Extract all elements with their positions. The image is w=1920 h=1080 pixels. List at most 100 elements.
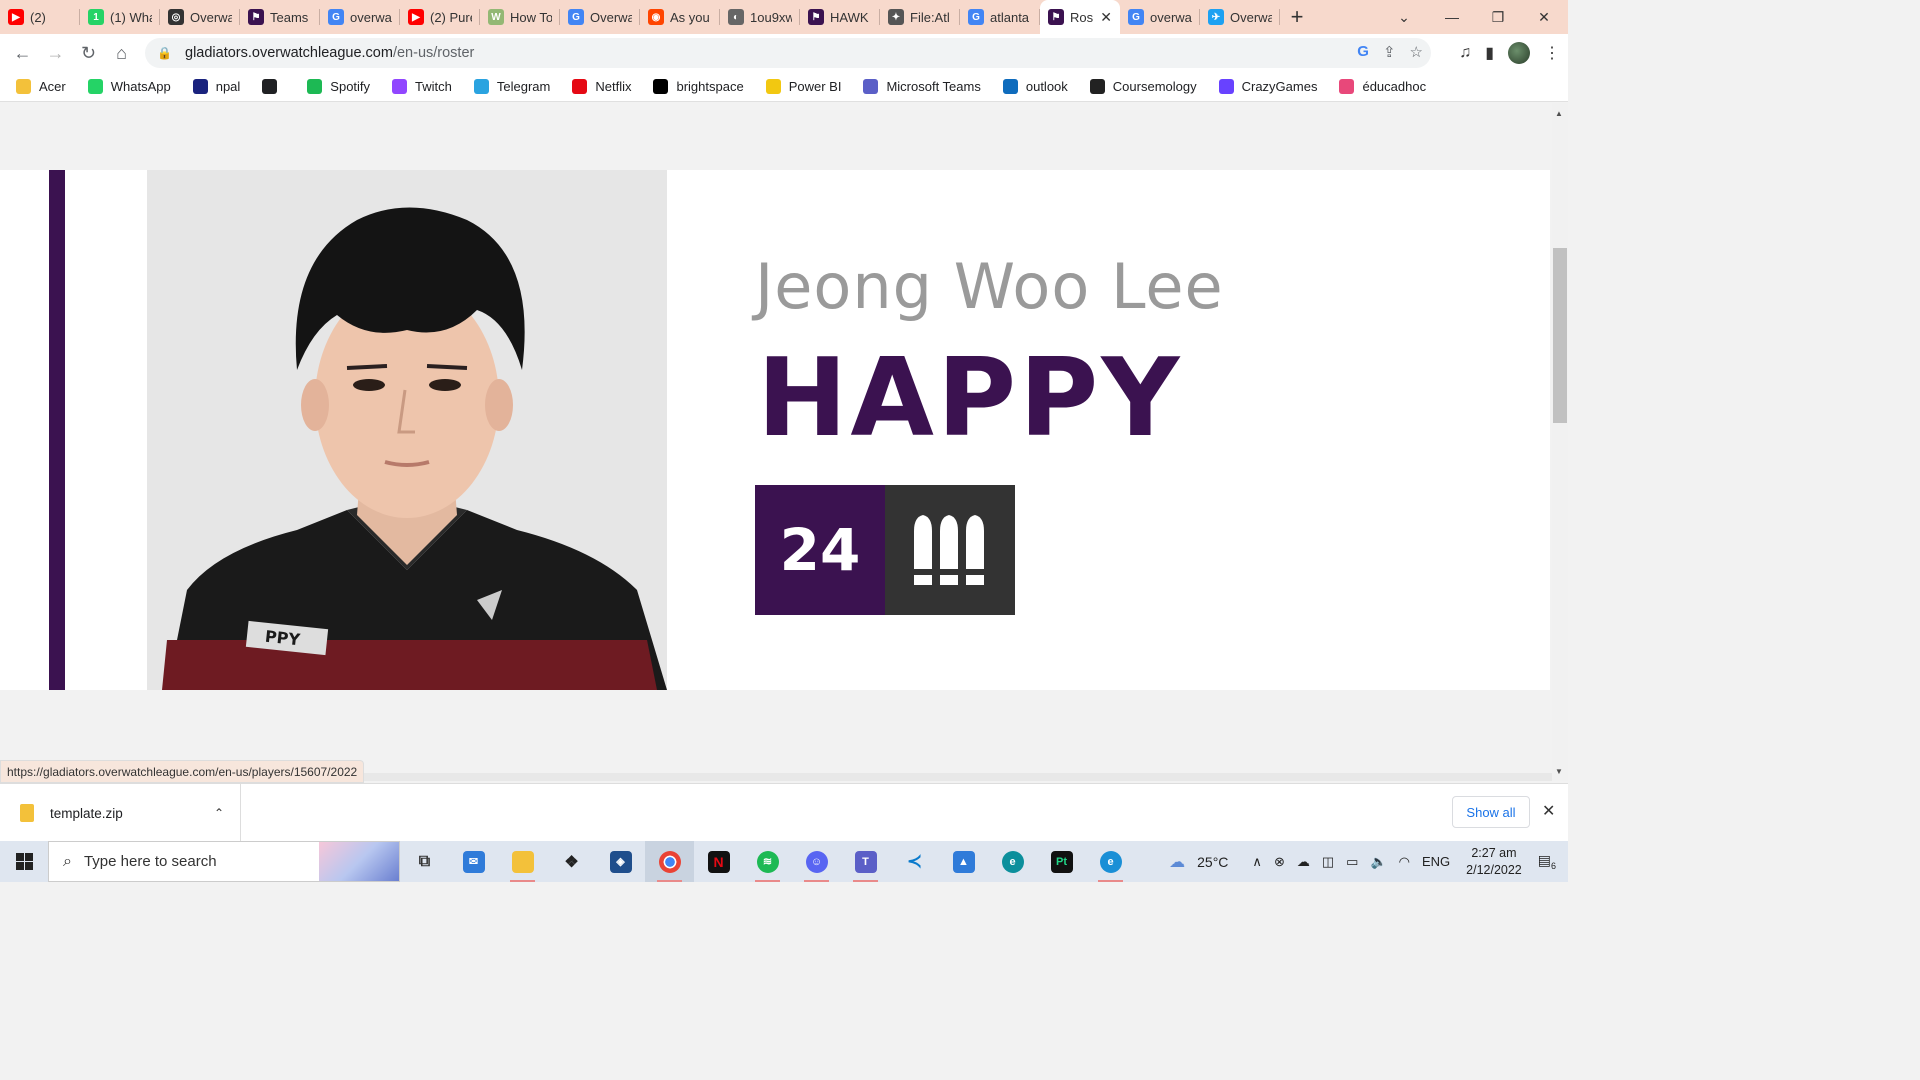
bookmark-telegram[interactable]: Telegram bbox=[473, 79, 550, 94]
tab-title: Overwa bbox=[190, 9, 232, 25]
show-all-button[interactable]: Show all bbox=[1452, 796, 1530, 828]
clock[interactable]: 2:27 am 2/12/2022 bbox=[1466, 845, 1522, 879]
bookmark-label: outlook bbox=[1025, 79, 1068, 94]
bookmark-label: Power BI bbox=[788, 79, 842, 94]
scroll-up-arrow-icon[interactable]: ▲ bbox=[1555, 109, 1563, 118]
menu-icon[interactable]: ⋮ bbox=[1544, 43, 1560, 63]
bookmark-microsoft-teams[interactable]: Microsoft Teams bbox=[863, 79, 981, 94]
battery-icon[interactable]: ▭ bbox=[1346, 854, 1358, 870]
side-panel-icon[interactable]: ▮ bbox=[1485, 43, 1494, 63]
bookmark-twitch[interactable]: Twitch bbox=[392, 79, 452, 94]
chevron-up-icon[interactable]: ⌃ bbox=[214, 806, 224, 820]
tab-6[interactable]: W How To bbox=[480, 0, 560, 34]
bookmark--ducadhoc[interactable]: éducadhoc bbox=[1339, 79, 1426, 94]
tab-title: How To bbox=[510, 9, 552, 25]
globe-icon: ◐ bbox=[728, 9, 744, 25]
back-button[interactable]: ← bbox=[6, 37, 39, 70]
volume-icon[interactable]: 🔈 bbox=[1370, 854, 1386, 870]
tab-14[interactable]: Goverwa bbox=[1120, 0, 1200, 34]
network-error-icon[interactable]: ⊗ bbox=[1274, 854, 1285, 870]
weather-temperature[interactable]: 25°C bbox=[1197, 854, 1228, 870]
address-bar[interactable]: 🔒 gladiators.overwatchleague.com/en-us/r… bbox=[145, 38, 1431, 68]
tab-2[interactable]: ◎ Overwa bbox=[160, 0, 240, 34]
show-hidden-icons-chevron-icon[interactable]: ∧ bbox=[1252, 854, 1262, 870]
tab-12[interactable]: Gatlanta bbox=[960, 0, 1040, 34]
language-indicator[interactable]: ENG bbox=[1422, 854, 1450, 869]
tab-4[interactable]: Goverwa bbox=[320, 0, 400, 34]
spotify-icon[interactable]: ≋ bbox=[743, 841, 792, 882]
home-button[interactable]: ⌂ bbox=[105, 37, 138, 70]
task-view-icon[interactable]: ⧉ bbox=[400, 841, 449, 882]
reload-button[interactable]: ↻ bbox=[72, 37, 105, 70]
profile-avatar[interactable] bbox=[1508, 42, 1530, 64]
pycharm-icon[interactable]: Pt bbox=[1037, 841, 1086, 882]
tab-3[interactable]: ⚑ Teams bbox=[240, 0, 320, 34]
new-tab-button[interactable]: + bbox=[1280, 0, 1314, 34]
scrollbar-thumb[interactable] bbox=[1553, 248, 1567, 423]
tab-11[interactable]: ✦ File:Atl bbox=[880, 0, 960, 34]
onedrive-icon[interactable]: ☁ bbox=[1297, 854, 1310, 870]
page-scrollbar[interactable]: ▲ ▼ bbox=[1552, 103, 1568, 781]
bookmark-acer[interactable]: Acer bbox=[16, 79, 66, 94]
notifications-icon[interactable]: ▤6 bbox=[1538, 852, 1556, 871]
download-item[interactable]: template.zip ⌃ bbox=[0, 784, 241, 842]
dropbox-icon[interactable]: ❖ bbox=[547, 841, 596, 882]
tab-9[interactable]: ◐ 1ou9xw bbox=[720, 0, 800, 34]
google-icon: G bbox=[968, 9, 984, 25]
restore-button[interactable]: ❐ bbox=[1474, 0, 1522, 34]
weather-icon[interactable]: ☁ bbox=[1169, 852, 1185, 872]
tab-search-chevron-icon[interactable]: ⌄ bbox=[1380, 0, 1428, 34]
chrome-icon[interactable] bbox=[645, 841, 694, 882]
bookmark-spotify[interactable]: Spotify bbox=[307, 79, 370, 94]
educadhoc-icon bbox=[1339, 79, 1355, 94]
lock-icon[interactable]: 🔒 bbox=[157, 46, 172, 60]
share-icon[interactable]: ⇪ bbox=[1383, 43, 1396, 61]
player-card[interactable]: PPY Jeong Woo Lee HAPPY 24 bbox=[0, 170, 1550, 690]
teams-icon[interactable]: T bbox=[841, 841, 890, 882]
edge-icon[interactable]: e bbox=[988, 841, 1037, 882]
media-control-icon[interactable]: ♫ bbox=[1459, 44, 1471, 62]
tab-13[interactable]: ⚑ Ros ✕ bbox=[1040, 0, 1120, 34]
tab-15[interactable]: ✈ Overwa bbox=[1200, 0, 1280, 34]
meet-now-icon[interactable]: ◫ bbox=[1322, 854, 1334, 870]
netflix-icon[interactable]: N bbox=[694, 841, 743, 882]
file-explorer-icon[interactable] bbox=[498, 841, 547, 882]
mail-icon[interactable]: ✉ bbox=[449, 841, 498, 882]
wifi-icon[interactable]: ◠ bbox=[1399, 854, 1410, 870]
bookmark-globe[interactable] bbox=[262, 79, 285, 94]
app-store-icon[interactable]: ◈ bbox=[596, 841, 645, 882]
scroll-down-arrow-icon[interactable]: ▼ bbox=[1555, 767, 1563, 776]
windows-start-button[interactable] bbox=[0, 841, 48, 882]
close-window-button[interactable]: ✕ bbox=[1520, 0, 1568, 34]
edge-beta-icon[interactable]: e bbox=[1086, 841, 1135, 882]
discord-icon[interactable]: ☺ bbox=[792, 841, 841, 882]
bookmark-brightspace[interactable]: brightspace bbox=[653, 79, 744, 94]
bookmark-outlook[interactable]: outlook bbox=[1002, 79, 1068, 94]
taskbar-search[interactable]: ⌕ Type here to search bbox=[48, 841, 400, 882]
bookmark-power-bi[interactable]: Power BI bbox=[765, 79, 842, 94]
google-icon: G bbox=[568, 9, 584, 25]
tab-10[interactable]: ⚑ HAWK bbox=[800, 0, 880, 34]
netflix-icon bbox=[572, 79, 588, 94]
bookmark-npal[interactable]: npal bbox=[192, 79, 240, 94]
photos-icon[interactable]: ▲ bbox=[939, 841, 988, 882]
vscode-icon[interactable]: ≺ bbox=[890, 841, 939, 882]
tab-8[interactable]: ◉ As you bbox=[640, 0, 720, 34]
download-filename: template.zip bbox=[50, 805, 123, 821]
bookmark-crazygames[interactable]: CrazyGames bbox=[1218, 79, 1317, 94]
gladiators-icon: ⚑ bbox=[1048, 9, 1064, 25]
tab-5[interactable]: ▶ (2) Pure bbox=[400, 0, 480, 34]
bookmark-netflix[interactable]: Netflix bbox=[572, 79, 631, 94]
tab-0[interactable]: ▶ (2) bbox=[0, 0, 80, 34]
bookmark-star-icon[interactable]: ☆ bbox=[1410, 43, 1423, 61]
minimize-button[interactable]: — bbox=[1428, 0, 1476, 34]
close-downloads-icon[interactable]: ✕ bbox=[1542, 801, 1555, 821]
tab-1[interactable]: 1 (1) Wha bbox=[80, 0, 160, 34]
forward-button[interactable]: → bbox=[39, 37, 72, 70]
close-tab-icon[interactable]: ✕ bbox=[1100, 9, 1112, 26]
google-lens-icon[interactable]: G bbox=[1357, 43, 1369, 61]
bookmark-whatsapp[interactable]: WhatsApp bbox=[87, 79, 171, 94]
player-real-name: Jeong Woo Lee bbox=[755, 250, 1224, 323]
bookmark-coursemology[interactable]: Coursemology bbox=[1089, 79, 1197, 94]
tab-7[interactable]: G Overwa bbox=[560, 0, 640, 34]
